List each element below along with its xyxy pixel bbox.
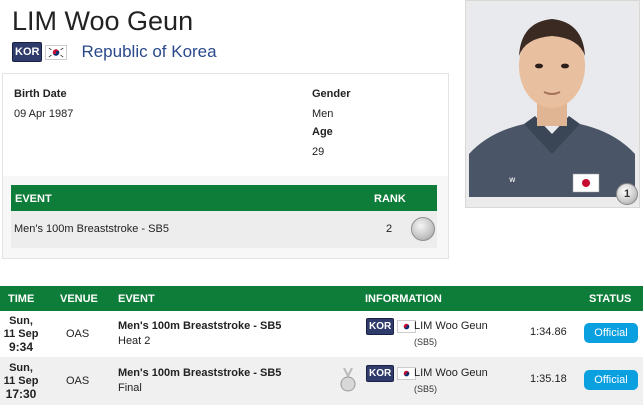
- results-table-header: EVENT RANK: [11, 185, 437, 211]
- venue: OAS: [66, 328, 90, 340]
- day: Sun,: [9, 315, 33, 327]
- sport-class: (SB5): [414, 384, 438, 394]
- athlete-name-link[interactable]: LIM Woo Geun: [414, 367, 488, 379]
- sport-class: (SB5): [414, 337, 438, 347]
- bio-details: Birth Date 09 Apr 1987 Gender Men Age 29: [3, 74, 448, 176]
- official-status-button[interactable]: Official: [584, 323, 638, 343]
- birth-date-label: Birth Date: [14, 88, 67, 100]
- venue-header: VENUE: [60, 293, 98, 305]
- athlete-photo: w: [469, 4, 635, 197]
- schedule-table: TIME VENUE EVENT INFORMATION STATUS Sun,…: [0, 286, 643, 405]
- result-time: 1:34.86: [530, 326, 567, 338]
- date-cell: Sun, 11 Sep 17:30: [0, 362, 42, 401]
- venue: OAS: [66, 375, 90, 387]
- information-header: INFORMATION: [365, 293, 442, 305]
- noc-code: KOR: [366, 365, 395, 382]
- athlete-info: KOR: [366, 365, 417, 382]
- result-event: Men's 100m Breaststroke - SB5: [14, 223, 169, 235]
- silver-medal-icon: [340, 368, 356, 392]
- gender-label: Gender: [312, 88, 351, 100]
- country-row: KOR Republic of Korea: [12, 41, 217, 63]
- athlete-name-link[interactable]: LIM Woo Geun: [414, 320, 488, 332]
- medal-count-badge: 1: [616, 183, 638, 205]
- athlete-name: LIM Woo Geun: [12, 6, 194, 36]
- country-name[interactable]: Republic of Korea: [81, 42, 216, 62]
- korea-flag-icon: [45, 44, 68, 60]
- athlete-photo-frame: w 1: [465, 0, 640, 208]
- date-cell: Sun, 11 Sep 9:34: [0, 315, 42, 354]
- results-table: EVENT RANK Men's 100m Breaststroke - SB5…: [11, 185, 437, 248]
- athlete-header: LIM Woo Geun KOR Republic of Korea: [0, 0, 463, 66]
- birth-date-value: 09 Apr 1987: [14, 108, 74, 120]
- event-phase: Final: [118, 382, 142, 394]
- gender-value: Men: [312, 108, 334, 120]
- time-header: TIME: [8, 293, 35, 305]
- table-row: Sun, 11 Sep 17:30 OAS Men's 100m Breasts…: [0, 358, 643, 405]
- event-phase: Heat 2: [118, 335, 151, 347]
- day: Sun,: [9, 362, 33, 374]
- svg-text:w: w: [509, 175, 516, 184]
- result-rank: 2: [386, 223, 393, 235]
- time: 9:34: [8, 340, 34, 354]
- age-value: 29: [312, 146, 325, 158]
- noc-code: KOR: [366, 318, 395, 335]
- time: 17:30: [5, 387, 37, 401]
- silver-medal-icon: [411, 217, 435, 241]
- age-label: Age: [312, 126, 333, 138]
- result-time: 1:35.18: [530, 373, 567, 385]
- table-row: Sun, 11 Sep 9:34 OAS Men's 100m Breastst…: [0, 311, 643, 358]
- athlete-info: KOR: [366, 318, 417, 335]
- status-header: STATUS: [589, 293, 632, 305]
- event-header: EVENT: [118, 293, 155, 305]
- results-rank-header: RANK: [374, 193, 406, 205]
- event-name[interactable]: Men's 100m Breaststroke - SB5: [118, 320, 281, 332]
- noc-code: KOR: [12, 42, 43, 62]
- results-event-header: EVENT: [15, 193, 52, 205]
- table-row: Men's 100m Breaststroke - SB5 2: [11, 211, 437, 248]
- schedule-table-header: TIME VENUE EVENT INFORMATION STATUS: [0, 286, 643, 311]
- official-status-button[interactable]: Official: [584, 370, 638, 390]
- event-name[interactable]: Men's 100m Breaststroke - SB5: [118, 367, 281, 379]
